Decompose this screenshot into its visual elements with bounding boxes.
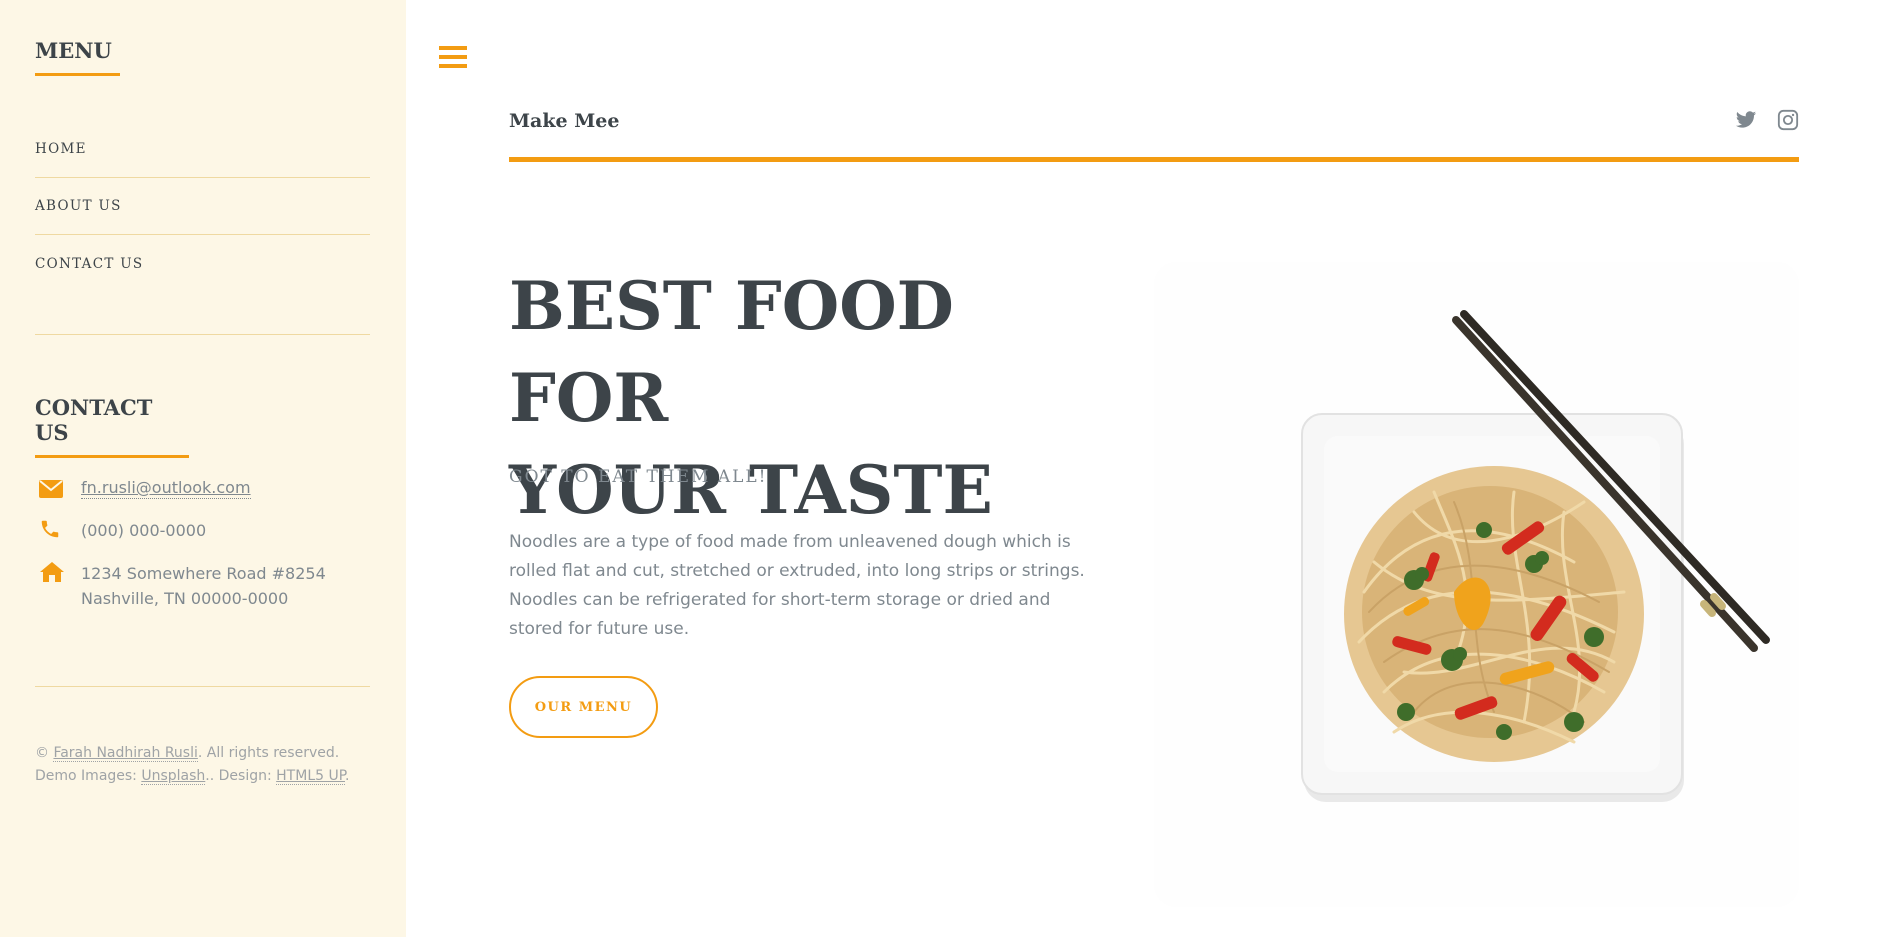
contact-title: CONTACT US xyxy=(35,395,189,458)
phone-icon xyxy=(35,518,81,540)
footer-end: . xyxy=(344,768,350,784)
hero-subtitle: GOT TO EAT THEM ALL! xyxy=(509,467,768,487)
sidebar: MENU HOME ABOUT US CONTACT US CONTACT US… xyxy=(0,0,406,937)
contact-address-row: 1234 Somewhere Road #8254 Nashville, TN … xyxy=(35,561,370,611)
menu-header: MENU xyxy=(35,38,120,76)
rights-text: . All rights reserved. xyxy=(197,745,340,761)
address-line1: 1234 Somewhere Road #8254 xyxy=(81,564,326,583)
copyright: © Farah Nadhirah Rusli. All rights reser… xyxy=(35,742,375,788)
hero-description: Noodles are a type of food made from unl… xyxy=(509,532,1085,639)
hero-title-line2: YOUR TASTE xyxy=(509,451,993,529)
contact-header: CONTACT US xyxy=(35,395,189,458)
hamburger-menu-icon[interactable] xyxy=(439,46,467,70)
copyright-prefix: © xyxy=(35,745,54,761)
home-icon xyxy=(35,561,81,583)
html5up-link[interactable]: HTML5 UP xyxy=(276,768,345,785)
address-text: 1234 Somewhere Road #8254 Nashville, TN … xyxy=(81,561,326,611)
menu-title: MENU xyxy=(35,38,120,76)
menu-item-home: HOME xyxy=(35,121,370,178)
contact-list: fn.rusli@outlook.com (000) 000-0000 1234… xyxy=(35,478,370,629)
address-line2: Nashville, TN 00000-0000 xyxy=(81,589,289,608)
menu-link-contact[interactable]: CONTACT US xyxy=(35,256,143,272)
sidebar-divider-bottom xyxy=(35,686,370,687)
unsplash-link[interactable]: Unsplash xyxy=(141,768,206,785)
phone-text: (000) 000-0000 xyxy=(81,521,207,540)
menu-link-about[interactable]: ABOUT US xyxy=(35,198,122,214)
menu-item-about: ABOUT US xyxy=(35,178,370,235)
our-menu-button[interactable]: OUR MENU xyxy=(509,676,658,738)
social-links xyxy=(1735,109,1799,131)
contact-phone-row: (000) 000-0000 xyxy=(35,518,370,543)
author-link[interactable]: Farah Nadhirah Rusli xyxy=(53,745,198,762)
menu-list: HOME ABOUT US CONTACT US xyxy=(35,121,370,292)
hero-title-line1: BEST FOOD FOR xyxy=(509,267,954,437)
instagram-icon[interactable] xyxy=(1777,109,1799,131)
demo-prefix: Demo Images: xyxy=(35,768,142,784)
header: Make Mee xyxy=(509,100,1799,162)
twitter-icon[interactable] xyxy=(1735,109,1757,131)
logo[interactable]: Make Mee xyxy=(509,110,619,132)
menu-item-contact: CONTACT US xyxy=(35,235,370,292)
envelope-icon xyxy=(35,478,81,500)
email-link[interactable]: fn.rusli@outlook.com xyxy=(81,478,251,499)
design-prefix: .. Design: xyxy=(205,768,277,784)
noodles-image xyxy=(1154,262,1799,907)
sidebar-divider xyxy=(35,334,370,335)
contact-email-row: fn.rusli@outlook.com xyxy=(35,478,370,500)
hero-title: BEST FOOD FOR YOUR TASTE xyxy=(509,260,1109,536)
menu-link-home[interactable]: HOME xyxy=(35,141,87,157)
